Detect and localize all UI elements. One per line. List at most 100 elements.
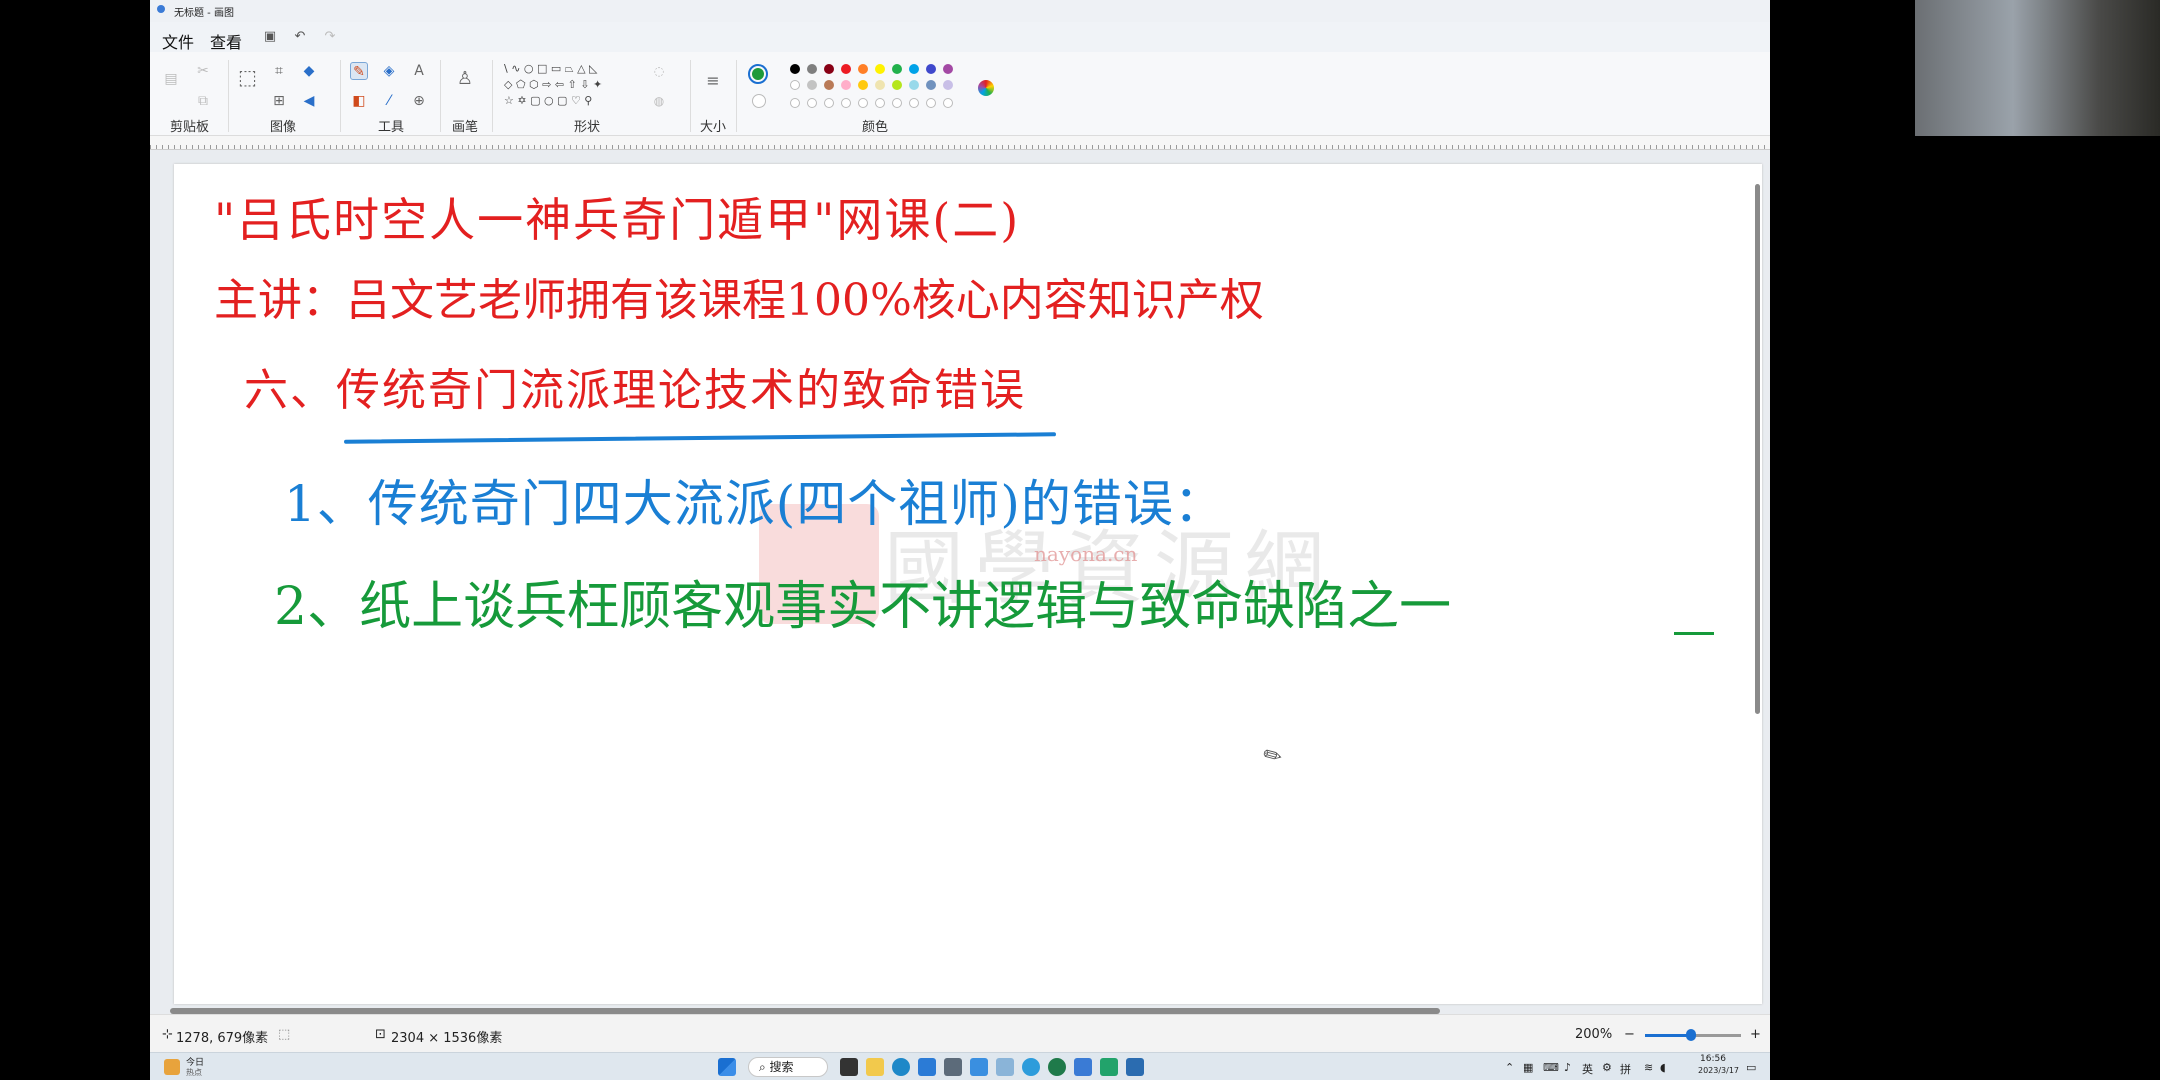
palette-color-swatch[interactable] — [943, 80, 953, 90]
select-icon[interactable]: ⬚ — [238, 67, 257, 87]
palette-color-swatch[interactable] — [824, 98, 834, 108]
color1-selector[interactable] — [748, 64, 768, 84]
palette-color-swatch[interactable] — [841, 64, 851, 74]
palette-color-swatch[interactable] — [926, 80, 936, 90]
handwritten-line-3: 六、传统奇门流派理论技术的致命错误 — [244, 365, 1026, 416]
pencil-icon[interactable]: ✎ — [350, 62, 368, 80]
palette-color-swatch[interactable] — [824, 80, 834, 90]
taskbar-search[interactable]: ⌕ 搜索 — [748, 1057, 828, 1077]
volume-icon[interactable]: ◖ — [1660, 1061, 1666, 1074]
notification-icon[interactable]: ▭ — [1746, 1061, 1756, 1074]
palette-color-swatch[interactable] — [807, 98, 817, 108]
media-icon[interactable] — [1126, 1058, 1144, 1076]
file-explorer-icon[interactable] — [866, 1058, 884, 1076]
ime-settings-icon[interactable]: ⚙ — [1602, 1061, 1612, 1074]
task-view-icon[interactable] — [840, 1058, 858, 1076]
outline-icon[interactable]: ◌ — [650, 62, 668, 80]
vertical-scrollbar[interactable] — [1755, 184, 1760, 714]
tray-app-icon[interactable]: ▦ — [1523, 1061, 1533, 1074]
palette-color-swatch[interactable] — [858, 98, 868, 108]
palette-color-swatch[interactable] — [824, 64, 834, 74]
app-icon[interactable] — [944, 1058, 962, 1076]
zoom-out-icon[interactable]: − — [1624, 1027, 1635, 1042]
palette-color-swatch[interactable] — [807, 80, 817, 90]
ime-mode-label[interactable]: 拼 — [1620, 1061, 1631, 1077]
shapes-row-1-icon[interactable]: \ ∿ ○ □ ▭ ⏢ △ ◺ — [504, 62, 598, 76]
palette-color-swatch[interactable] — [875, 80, 885, 90]
palette-color-swatch[interactable] — [909, 98, 919, 108]
fill-shape-icon[interactable]: ◍ — [650, 92, 668, 110]
resize-icon[interactable]: ⊞ — [270, 92, 288, 110]
shapes-row-2-icon[interactable]: ◇ ⬠ ⬡ ⇨ ⇦ ⇧ ⇩ ✦ — [504, 78, 602, 91]
redo-icon[interactable]: ↷ — [322, 29, 338, 45]
palette-color-swatch[interactable] — [790, 80, 800, 90]
palette-color-swatch[interactable] — [858, 64, 868, 74]
crop-icon[interactable]: ⌗ — [270, 62, 288, 80]
palette-color-swatch[interactable] — [892, 98, 902, 108]
photos-icon[interactable] — [1074, 1058, 1092, 1076]
palette-color-swatch[interactable] — [926, 98, 936, 108]
palette-color-swatch[interactable] — [892, 64, 902, 74]
zoom-slider-thumb[interactable] — [1686, 1029, 1697, 1041]
cut-icon[interactable]: ✂ — [194, 62, 212, 80]
palette-color-swatch[interactable] — [875, 64, 885, 74]
palette-color-swatch[interactable] — [926, 64, 936, 74]
palette-color-swatch[interactable] — [875, 98, 885, 108]
palette-color-swatch[interactable] — [790, 98, 800, 108]
zoom-in-icon[interactable]: + — [1750, 1027, 1761, 1042]
shapes-row-3-icon[interactable]: ☆ ✡ ▢ ○ ▢ ♡ ⚲ — [504, 94, 592, 107]
wifi-icon[interactable]: ≋ — [1644, 1061, 1653, 1074]
copy-icon[interactable]: ⧉ — [194, 92, 212, 110]
brush-icon[interactable]: ♙ — [456, 70, 474, 88]
save-icon[interactable]: ▣ — [262, 29, 278, 45]
undo-icon[interactable]: ↶ — [292, 29, 308, 45]
drawing-canvas[interactable]: 國學資源網 nayona.cn "吕氏时空人一神兵奇门遁甲"网课(二) 主讲：吕… — [174, 164, 1762, 1004]
menu-file[interactable]: 文件 — [162, 29, 194, 53]
edit-colors-icon[interactable] — [978, 80, 994, 96]
paint-taskbar-icon[interactable] — [996, 1058, 1014, 1076]
remove-background-icon[interactable]: ◆ — [300, 62, 318, 80]
chat-icon[interactable] — [1100, 1058, 1118, 1076]
palette-color-swatch[interactable] — [858, 80, 868, 90]
rotate-icon[interactable]: ◀ — [300, 92, 318, 110]
paste-icon[interactable]: ▤ — [162, 70, 180, 88]
pencil-cursor-icon: ✎ — [1258, 741, 1288, 772]
browser-icon[interactable] — [1022, 1058, 1040, 1076]
clock-time[interactable]: 16:56 — [1700, 1054, 1726, 1064]
size-icon[interactable]: ≡ — [704, 72, 722, 90]
cloud-app-icon[interactable] — [970, 1058, 988, 1076]
tray-chevron-icon[interactable]: ⌃ — [1505, 1061, 1514, 1074]
color-picker-icon[interactable]: ⁄ — [380, 92, 398, 110]
magnifier-icon[interactable]: ⊕ — [410, 92, 428, 110]
zoom-level[interactable]: 200% — [1575, 1027, 1612, 1042]
palette-color-swatch[interactable] — [841, 80, 851, 90]
palette-color-swatch[interactable] — [807, 64, 817, 74]
palette-color-swatch[interactable] — [892, 80, 902, 90]
menu-view[interactable]: 查看 — [210, 29, 242, 53]
chrome-icon[interactable] — [1048, 1058, 1066, 1076]
palette-color-swatch[interactable] — [909, 80, 919, 90]
clock-date[interactable]: 2023/3/17 — [1698, 1066, 1739, 1075]
keyboard-icon[interactable]: ⌨ — [1543, 1061, 1559, 1074]
palette-color-swatch[interactable] — [841, 98, 851, 108]
text-icon[interactable]: A — [410, 62, 428, 80]
palette-color-swatch[interactable] — [943, 64, 953, 74]
palette-color-swatch[interactable] — [790, 64, 800, 74]
cursor-position: 1278, 679像素 — [176, 1031, 269, 1046]
menu-bar: 文件 查看 ▣ ↶ ↷ — [150, 22, 1770, 52]
ime-label[interactable]: 英 — [1582, 1061, 1593, 1077]
title-bar: 无标题 - 画图 — [150, 0, 1770, 22]
weather-icon[interactable] — [164, 1059, 180, 1075]
group-label-brushes: 画笔 — [452, 120, 479, 135]
eraser-icon[interactable]: ◧ — [350, 92, 368, 110]
color2-selector[interactable] — [752, 94, 766, 108]
palette-color-swatch[interactable] — [909, 64, 919, 74]
ribbon-toolbar: ▤ ✂ ⧉ 剪贴板 ⬚ ⌗ ⊞ ◆ ◀ 图像 ✎ ◈ A ◧ ⁄ ⊕ 工具 ♙ … — [150, 52, 1770, 136]
store-icon[interactable] — [918, 1058, 936, 1076]
palette-color-swatch[interactable] — [943, 98, 953, 108]
mic-icon[interactable]: ♪ — [1564, 1061, 1571, 1074]
handwritten-line-2: 主讲：吕文艺老师拥有该课程100%核心内容知识产权 — [214, 275, 1264, 326]
edge-icon[interactable] — [892, 1058, 910, 1076]
fill-icon[interactable]: ◈ — [380, 62, 398, 80]
start-icon[interactable] — [718, 1058, 736, 1076]
